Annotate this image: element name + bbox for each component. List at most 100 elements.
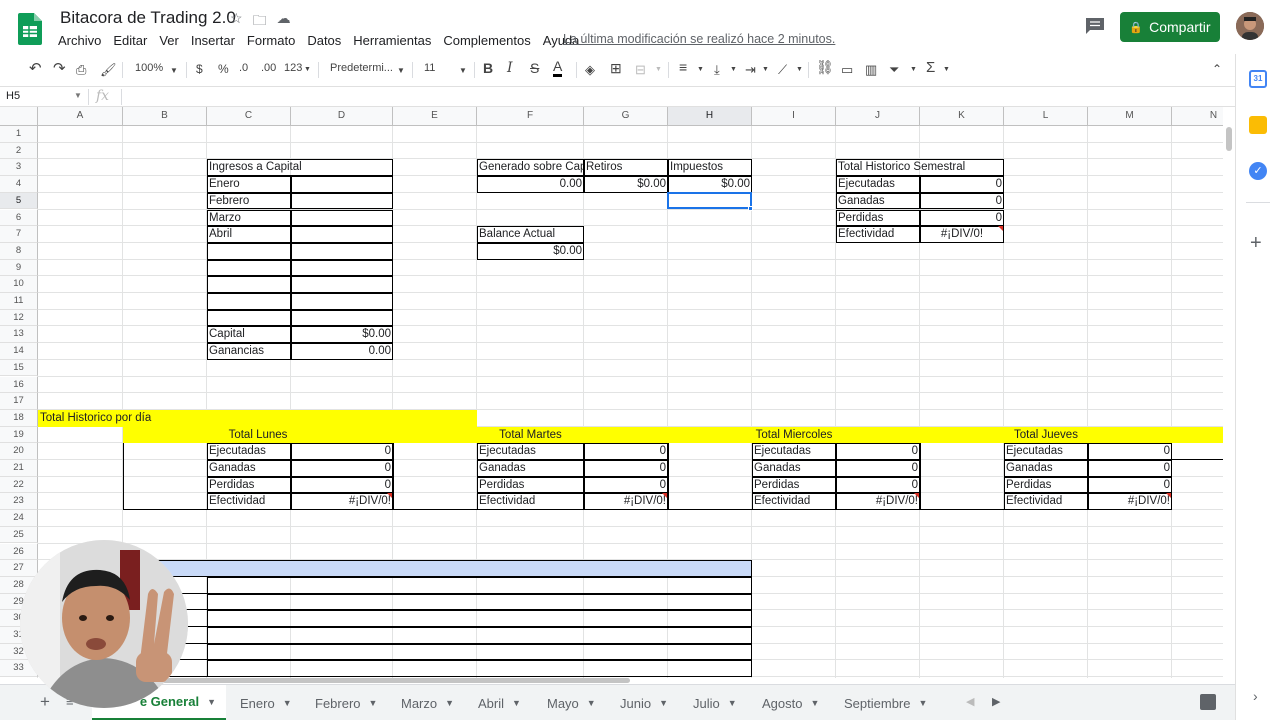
account-avatar[interactable]: [1236, 12, 1264, 40]
cell[interactable]: [1172, 426, 1223, 444]
cell[interactable]: [123, 460, 207, 477]
corner-cell[interactable]: [0, 107, 38, 126]
explore-icon[interactable]: [1200, 694, 1216, 710]
cell[interactable]: 0: [836, 476, 920, 494]
cell[interactable]: [393, 443, 477, 460]
text-wrap-icon[interactable]: ⇥: [745, 62, 756, 78]
column-header[interactable]: H: [668, 107, 752, 126]
menu-editar[interactable]: Editar: [107, 31, 153, 50]
cell[interactable]: [123, 493, 207, 511]
spreadsheet-grid[interactable]: A B C D E F G H I J K L M N 1 2 3 4 5 6 7 8 9 10 11 12 13 14 15 16 17 1…: [0, 107, 1223, 678]
row-header[interactable]: 20: [0, 443, 38, 460]
cell[interactable]: 0: [291, 443, 393, 460]
cell[interactable]: Total Martes: [393, 426, 668, 444]
column-header[interactable]: G: [584, 107, 668, 126]
row-header[interactable]: 8: [0, 242, 38, 260]
cell[interactable]: [668, 476, 752, 494]
cell[interactable]: Ganancias: [207, 343, 291, 360]
scroll-tabs-left-icon[interactable]: ◀: [966, 695, 974, 708]
row-header[interactable]: 21: [0, 460, 38, 477]
cell[interactable]: [393, 493, 477, 511]
cell[interactable]: Ganadas: [1004, 460, 1088, 477]
text-rotate-icon[interactable]: ⟋: [778, 62, 787, 78]
cell[interactable]: [207, 627, 752, 644]
cell[interactable]: 0: [1088, 460, 1172, 477]
font-size-select[interactable]: 11: [424, 62, 435, 74]
tab-febrero[interactable]: Febrero ▼: [305, 685, 387, 720]
cell[interactable]: Ejecutadas: [836, 176, 920, 193]
align-left-icon[interactable]: ≡: [679, 59, 687, 75]
menu-ver[interactable]: Ver: [153, 31, 185, 50]
cell[interactable]: Total Historico por día: [38, 409, 477, 427]
tab-septiembre[interactable]: Septiembre ▼: [834, 685, 937, 720]
column-header[interactable]: J: [836, 107, 920, 126]
cell[interactable]: $0.00: [477, 242, 584, 260]
cell[interactable]: [291, 293, 393, 310]
cell[interactable]: [668, 443, 752, 460]
row-header[interactable]: 1: [0, 126, 38, 143]
collapse-toolbar-icon[interactable]: ⌃: [1212, 62, 1222, 76]
cell[interactable]: [1172, 443, 1223, 460]
cell[interactable]: 0: [836, 443, 920, 460]
more-formats-button[interactable]: 123: [284, 62, 302, 74]
column-header[interactable]: F: [477, 107, 584, 126]
cell[interactable]: Generado sobre Cap: [477, 159, 584, 177]
sheets-logo[interactable]: [18, 13, 42, 45]
cell[interactable]: Capital: [207, 326, 291, 344]
cell[interactable]: 0: [920, 192, 1004, 210]
column-header[interactable]: B: [123, 107, 207, 126]
menu-complementos[interactable]: Complementos: [437, 31, 536, 50]
row-header[interactable]: 19: [0, 426, 38, 444]
column-header[interactable]: K: [920, 107, 1004, 126]
cell[interactable]: #¡DIV/0!: [836, 493, 920, 511]
cell[interactable]: $0.00: [584, 176, 668, 193]
cell[interactable]: [207, 610, 752, 627]
cell[interactable]: Ejecutadas: [1004, 443, 1088, 460]
cell[interactable]: Efectividad: [1004, 493, 1088, 511]
row-header[interactable]: 15: [0, 359, 38, 377]
cell[interactable]: [920, 443, 1004, 460]
cell[interactable]: Total Miercoles: [668, 426, 920, 444]
tab-agosto[interactable]: Agosto ▼: [752, 685, 829, 720]
cell[interactable]: Ganadas: [836, 192, 920, 210]
name-box[interactable]: H5: [6, 90, 20, 102]
cell[interactable]: 0: [920, 176, 1004, 193]
cell[interactable]: Efectividad: [477, 493, 584, 511]
cell[interactable]: [291, 209, 393, 227]
row-header[interactable]: 3: [0, 159, 38, 177]
column-header[interactable]: D: [291, 107, 393, 126]
row-header[interactable]: 26: [0, 543, 38, 561]
cell[interactable]: 0: [584, 476, 668, 494]
paint-format-icon[interactable]: 🖌: [100, 62, 117, 78]
cell[interactable]: Total Historico Semestral: [836, 159, 1004, 177]
row-header[interactable]: 25: [0, 526, 38, 544]
cell[interactable]: Enero: [207, 176, 291, 193]
functions-icon[interactable]: Σ: [926, 59, 935, 76]
row-header[interactable]: 9: [0, 259, 38, 277]
row-header[interactable]: 10: [0, 276, 38, 293]
fill-color-icon[interactable]: ◈: [585, 62, 595, 78]
borders-icon[interactable]: ⊞: [610, 60, 622, 77]
cell[interactable]: [123, 476, 207, 494]
scroll-tabs-right-icon[interactable]: ▶: [992, 695, 1000, 708]
row-header[interactable]: 22: [0, 476, 38, 494]
tab-enero[interactable]: Enero ▼: [230, 685, 302, 720]
row-header[interactable]: 2: [0, 142, 38, 160]
cell[interactable]: Impuestos: [668, 159, 752, 177]
cell[interactable]: 0: [584, 460, 668, 477]
selected-cell[interactable]: [667, 191, 752, 210]
cell[interactable]: 0: [920, 209, 1004, 227]
cell[interactable]: 0: [291, 476, 393, 494]
tab-junio[interactable]: Junio ▼: [610, 685, 678, 720]
column-header[interactable]: M: [1088, 107, 1172, 126]
undo-icon[interactable]: ↶: [29, 59, 42, 77]
cell[interactable]: [668, 493, 752, 511]
bold-button[interactable]: B: [483, 60, 493, 76]
calendar-icon[interactable]: 31: [1249, 70, 1267, 88]
cell[interactable]: 0.00: [291, 343, 393, 360]
cell[interactable]: [207, 293, 291, 310]
cell[interactable]: [207, 593, 752, 611]
keep-icon[interactable]: [1249, 116, 1267, 134]
cell[interactable]: 0: [291, 460, 393, 477]
font-select[interactable]: Predetermi...: [330, 62, 393, 74]
